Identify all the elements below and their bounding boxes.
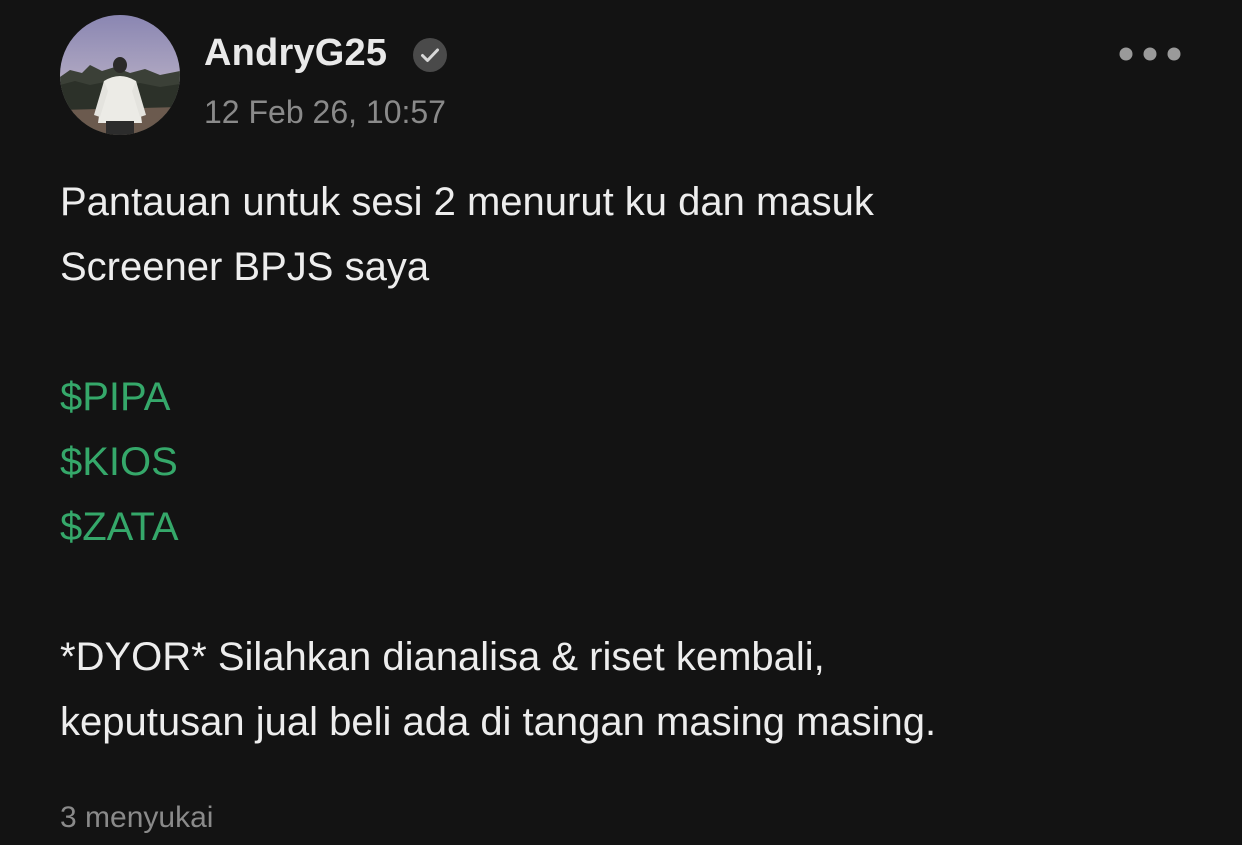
disclaimer-line: keputusan jual beli ada di tangan masing… — [60, 700, 937, 744]
post-body: Pantauan untuk sesi 2 menurut ku dan mas… — [60, 170, 1210, 755]
post-card: AndryG25 12 Feb 26, 10:57 Pantauan untuk… — [0, 0, 1242, 845]
likes-count[interactable]: 3 menyukai — [60, 798, 213, 838]
author-name[interactable]: AndryG25 — [204, 28, 387, 78]
more-dots-icon — [1119, 47, 1181, 61]
post-text-line: Screener BPJS saya — [60, 245, 430, 289]
verified-check-icon — [412, 37, 448, 73]
ticker-link-zata[interactable]: $ZATA — [60, 495, 1210, 560]
post-text-line: Pantauan untuk sesi 2 menurut ku dan mas… — [60, 180, 874, 224]
avatar-photo — [60, 15, 180, 135]
avatar[interactable] — [60, 15, 180, 135]
disclaimer-line: *DYOR* Silahkan dianalisa & riset kembal… — [60, 635, 825, 679]
ticker-link-kios[interactable]: $KIOS — [60, 430, 1210, 495]
more-options-button[interactable] — [1112, 38, 1188, 70]
ticker-link-pipa[interactable]: $PIPA — [60, 365, 1210, 430]
post-timestamp: 12 Feb 26, 10:57 — [204, 94, 446, 130]
